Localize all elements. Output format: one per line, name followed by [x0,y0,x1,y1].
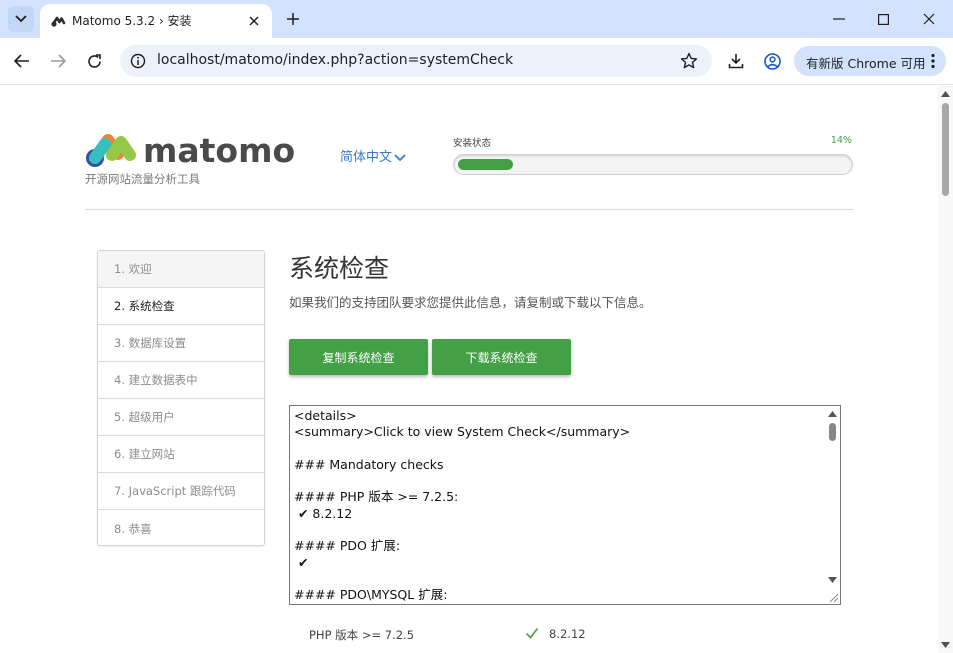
minimize-icon[interactable] [828,8,850,30]
close-icon[interactable] [246,13,262,29]
chrome-update-button[interactable]: 有新版 Chrome 可用 [794,46,946,76]
tab-title: Matomo 5.3.2 › 安装 [72,14,192,28]
chevron-down-icon [394,153,406,161]
install-progress-label: 安装状态 [453,138,492,149]
page-scrollbar[interactable] [938,86,953,653]
install-progress-fill [458,159,513,170]
installation-step: 1. 欢迎 [98,251,264,288]
installation-step: 5. 超级用户 [98,399,264,436]
installation-steps: 1. 欢迎 2. 系统检查 3. 数据库设置 4. 建立数据表中 5. 超级用户 6. 建… [97,250,265,546]
language-selector[interactable]: 简体中文 [340,146,406,165]
resize-grip-icon[interactable] [827,591,839,603]
install-progress-bar [453,154,853,175]
plus-icon[interactable] [283,9,303,29]
maximize-icon[interactable] [872,8,894,30]
download-icon[interactable] [726,51,746,71]
profile-icon[interactable] [762,51,782,71]
installation-step: 8. 恭喜 [114,521,152,536]
page-scroll-thumb[interactable] [942,103,949,196]
installation-step: 2. 系统检查 [98,288,264,325]
install-progress-percent: 14% [830,135,852,146]
address-bar[interactable]: localhost/matomo/index.php?action=system… [120,45,712,77]
header-divider [85,209,853,210]
download-system-check-button[interactable]: 下载系统检查 [432,339,571,375]
svg-text:matomo: matomo [143,132,295,168]
textarea-scrollbar[interactable] [825,406,840,604]
browser-toolbar: localhost/matomo/index.php?action=system… [0,38,953,85]
window-close-icon[interactable] [918,8,940,30]
matomo-favicon-icon [51,16,66,27]
url-text[interactable]: localhost/matomo/index.php?action=system… [157,52,513,68]
requirement-name: PHP 版本 >= 7.2.5 [309,628,415,642]
copy-system-check-button[interactable]: 复制系统检查 [289,339,428,375]
scroll-up-arrow-icon[interactable] [828,410,837,418]
back-arrow-icon[interactable] [11,50,33,72]
site-info-icon[interactable] [130,53,146,69]
system-check-report-text[interactable]: <details> <summary>Click to view System … [294,408,822,604]
textarea-scroll-thumb[interactable] [829,423,836,441]
bookmark-star-icon[interactable] [680,52,698,70]
requirement-value: 8.2.12 [549,627,586,641]
more-vertical-icon[interactable] [930,53,936,69]
logo-tagline: 开源网站流量分析工具 [85,172,200,186]
checkmark-icon [525,628,539,639]
scroll-down-arrow-icon[interactable] [828,576,837,584]
page-viewport: matomo 开源网站流量分析工具 简体中文 安装状态 14% 1. 欢迎 2. … [0,86,938,653]
reload-icon[interactable] [83,50,105,72]
language-label: 简体中文 [340,150,393,165]
page-description: 如果我们的支持团队要求您提供此信息，请复制或下载以下信息。 [289,295,652,310]
installation-step: 7. JavaScript 跟踪代码 [98,473,264,510]
scroll-down-arrow-icon[interactable] [941,641,950,649]
browser-tab-bar: Matomo 5.3.2 › 安装 [0,0,953,38]
installation-step: 6. 建立网站 [98,436,264,473]
page-title: 系统检查 [289,254,390,283]
forward-arrow-icon[interactable] [47,50,69,72]
system-check-textarea[interactable]: <details> <summary>Click to view System … [289,405,841,605]
scroll-up-arrow-icon[interactable] [941,90,950,98]
browser-tab[interactable]: Matomo 5.3.2 › 安装 [40,4,272,38]
chrome-update-label: 有新版 Chrome 可用 [806,56,926,71]
matomo-logo: matomo [86,132,295,168]
tab-search-icon[interactable] [8,6,34,32]
installation-step: 3. 数据库设置 [98,325,264,362]
installation-step: 4. 建立数据表中 [98,362,264,399]
